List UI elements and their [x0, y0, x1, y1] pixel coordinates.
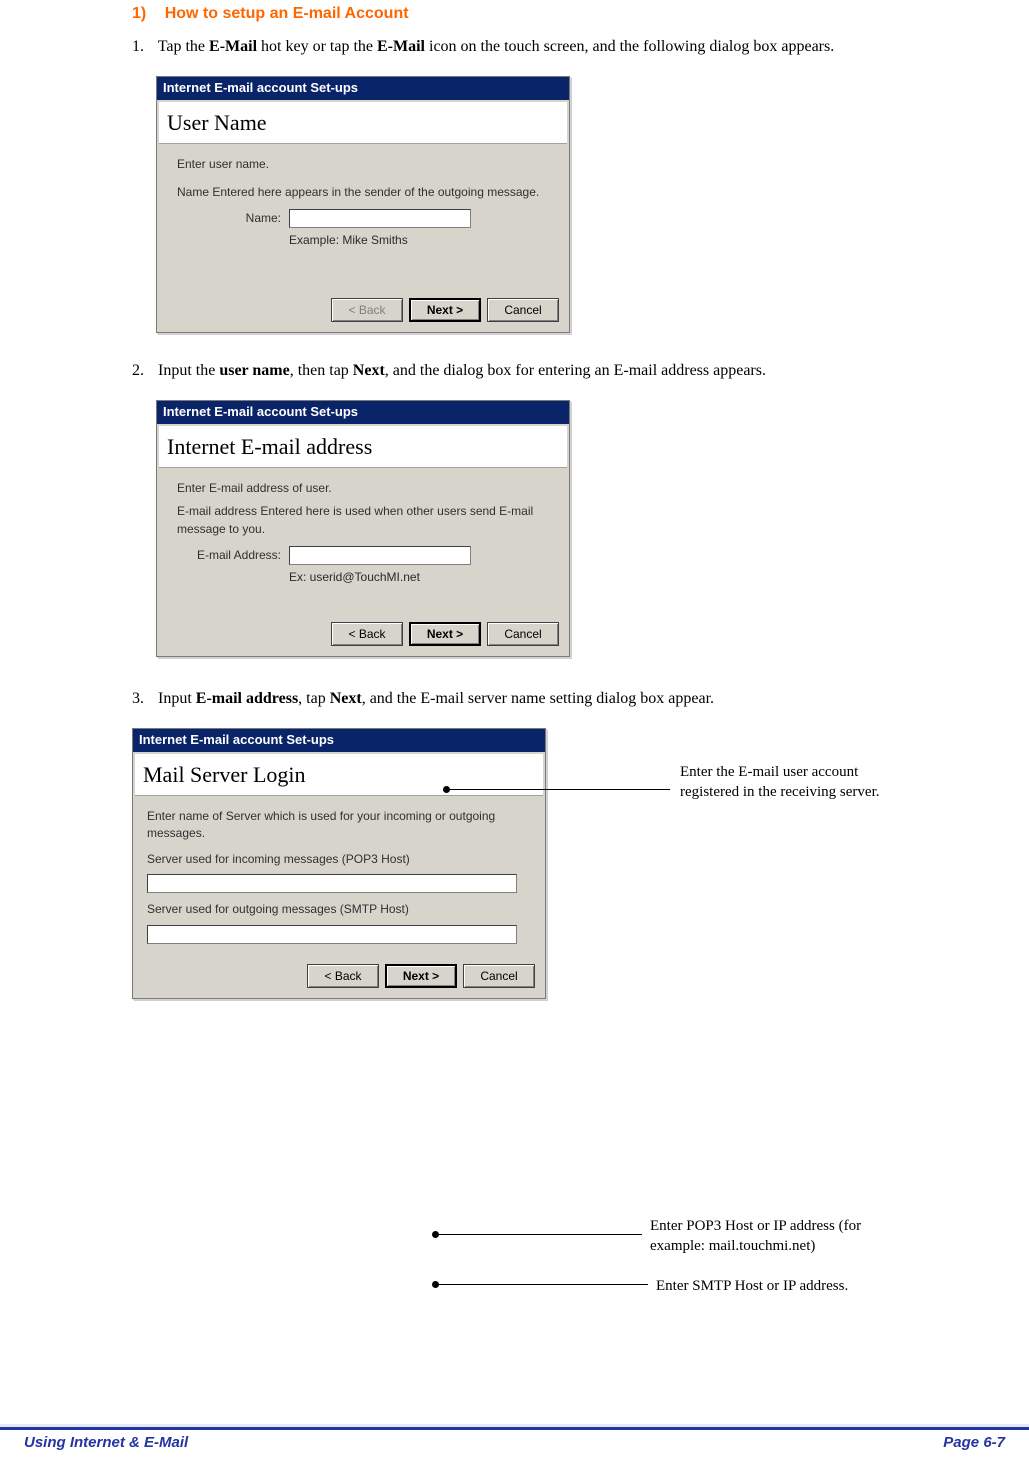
- dialog-email-address: Internet E-mail account Set-ups Internet…: [156, 400, 570, 657]
- cancel-button[interactable]: Cancel: [487, 298, 559, 322]
- dialog-line-2: Name Entered here appears in the sender …: [177, 184, 555, 201]
- name-field-row: Name:: [177, 209, 555, 228]
- step-3-text-e: , and the E-mail server name setting dia…: [362, 690, 714, 707]
- step-2-number: 2.: [132, 359, 154, 382]
- dialog-titlebar: Internet E-mail account Set-ups: [157, 401, 569, 424]
- smtp-label: Server used for outgoing messages (SMTP …: [147, 901, 531, 918]
- content-column: 1) How to setup an E-mail Account 1. Tap…: [132, 2, 892, 999]
- step-2-bold-2: Next: [353, 362, 385, 379]
- dialog-buttons: < Back Next > Cancel: [133, 958, 545, 998]
- name-input[interactable]: [289, 209, 471, 228]
- callout-line-email: [450, 789, 670, 790]
- step-3-text-a: Input: [158, 690, 196, 707]
- callout-dot-smtp: [432, 1281, 439, 1288]
- dialog-line-1: Enter user name.: [177, 156, 555, 173]
- name-field-label: Name:: [177, 210, 289, 227]
- step-3-text-c: , tap: [298, 690, 330, 707]
- step-1-text-e: icon on the touch screen, and the follow…: [425, 38, 834, 55]
- back-button[interactable]: < Back: [331, 622, 403, 646]
- step-2: 2. Input the user name, then tap Next, a…: [132, 359, 892, 382]
- step-1-text-a: Tap the: [158, 38, 209, 55]
- callout-text-smtp: Enter SMTP Host or IP address.: [656, 1276, 916, 1296]
- email-example: Ex: userid@TouchMI.net: [289, 569, 555, 586]
- dialog-line-2: E-mail address Entered here is used when…: [177, 503, 555, 538]
- callout-text-email: Enter the E-mail user account registered…: [680, 762, 900, 803]
- step-1: 1. Tap the E-Mail hot key or tap the E-M…: [132, 35, 892, 58]
- step-2-text-a: Input the: [158, 362, 219, 379]
- next-button[interactable]: Next >: [409, 622, 481, 646]
- dialog-titlebar: Internet E-mail account Set-ups: [157, 77, 569, 100]
- footer-left: Using Internet & E-Mail: [24, 1432, 188, 1454]
- email-field-label: E-mail Address:: [177, 547, 289, 564]
- section-heading: 1) How to setup an E-mail Account: [132, 2, 892, 25]
- next-button[interactable]: Next >: [385, 964, 457, 988]
- dialog-body: Enter E-mail address of user. E-mail add…: [157, 470, 569, 616]
- name-example: Example: Mike Smiths: [289, 232, 555, 249]
- pop3-label: Server used for incoming messages (POP3 …: [147, 851, 531, 868]
- pop3-input[interactable]: [147, 874, 517, 893]
- footer-right: Page 6-7: [943, 1432, 1005, 1454]
- dialog-body: Enter name of Server which is used for y…: [133, 798, 545, 958]
- section-heading-text: How to setup an E-mail Account: [165, 5, 409, 22]
- email-input[interactable]: [289, 546, 471, 565]
- page: 1) How to setup an E-mail Account 1. Tap…: [0, 0, 1029, 1460]
- callout-line-pop3: [439, 1234, 642, 1235]
- step-3-bold-1: E-mail address: [196, 690, 298, 707]
- dialog-line-1: Enter name of Server which is used for y…: [147, 808, 531, 843]
- callout-dot-pop3: [432, 1231, 439, 1238]
- dialog-mail-server: Internet E-mail account Set-ups Mail Ser…: [132, 728, 546, 998]
- step-1-bold-1: E-Mail: [209, 38, 257, 55]
- step-2-text-c: , then tap: [290, 362, 353, 379]
- step-2-bold-1: user name: [219, 362, 289, 379]
- callout-line-smtp: [439, 1284, 648, 1285]
- dialog-buttons: < Back Next > Cancel: [157, 292, 569, 332]
- dialog-titlebar: Internet E-mail account Set-ups: [133, 729, 545, 752]
- dialog-heading: Internet E-mail address: [159, 426, 567, 468]
- step-3: 3. Input E-mail address, tap Next, and t…: [132, 687, 892, 710]
- dialog-heading: User Name: [159, 102, 567, 144]
- dialog-user-name: Internet E-mail account Set-ups User Nam…: [156, 76, 570, 333]
- dialog-body: Enter user name. Name Entered here appea…: [157, 146, 569, 292]
- back-button[interactable]: < Back: [331, 298, 403, 322]
- step-2-text-e: , and the dialog box for entering an E-m…: [385, 362, 766, 379]
- page-footer: Using Internet & E-Mail Page 6-7: [24, 1432, 1005, 1454]
- step-1-bold-2: E-Mail: [377, 38, 425, 55]
- footer-rule: [0, 1424, 1029, 1430]
- step-3-number: 3.: [132, 687, 154, 710]
- step-1-text-c: hot key or tap the: [257, 38, 377, 55]
- cancel-button[interactable]: Cancel: [463, 964, 535, 988]
- dialog-buttons: < Back Next > Cancel: [157, 616, 569, 656]
- step-3-bold-2: Next: [330, 690, 362, 707]
- cancel-button[interactable]: Cancel: [487, 622, 559, 646]
- callout-text-pop3: Enter POP3 Host or IP address (for examp…: [650, 1216, 910, 1257]
- email-field-row: E-mail Address:: [177, 546, 555, 565]
- callout-dot-email: [443, 786, 450, 793]
- smtp-input[interactable]: [147, 925, 517, 944]
- dialog-line-1: Enter E-mail address of user.: [177, 480, 555, 497]
- step-1-number: 1.: [132, 35, 154, 58]
- next-button[interactable]: Next >: [409, 298, 481, 322]
- back-button[interactable]: < Back: [307, 964, 379, 988]
- section-heading-number: 1): [132, 5, 146, 22]
